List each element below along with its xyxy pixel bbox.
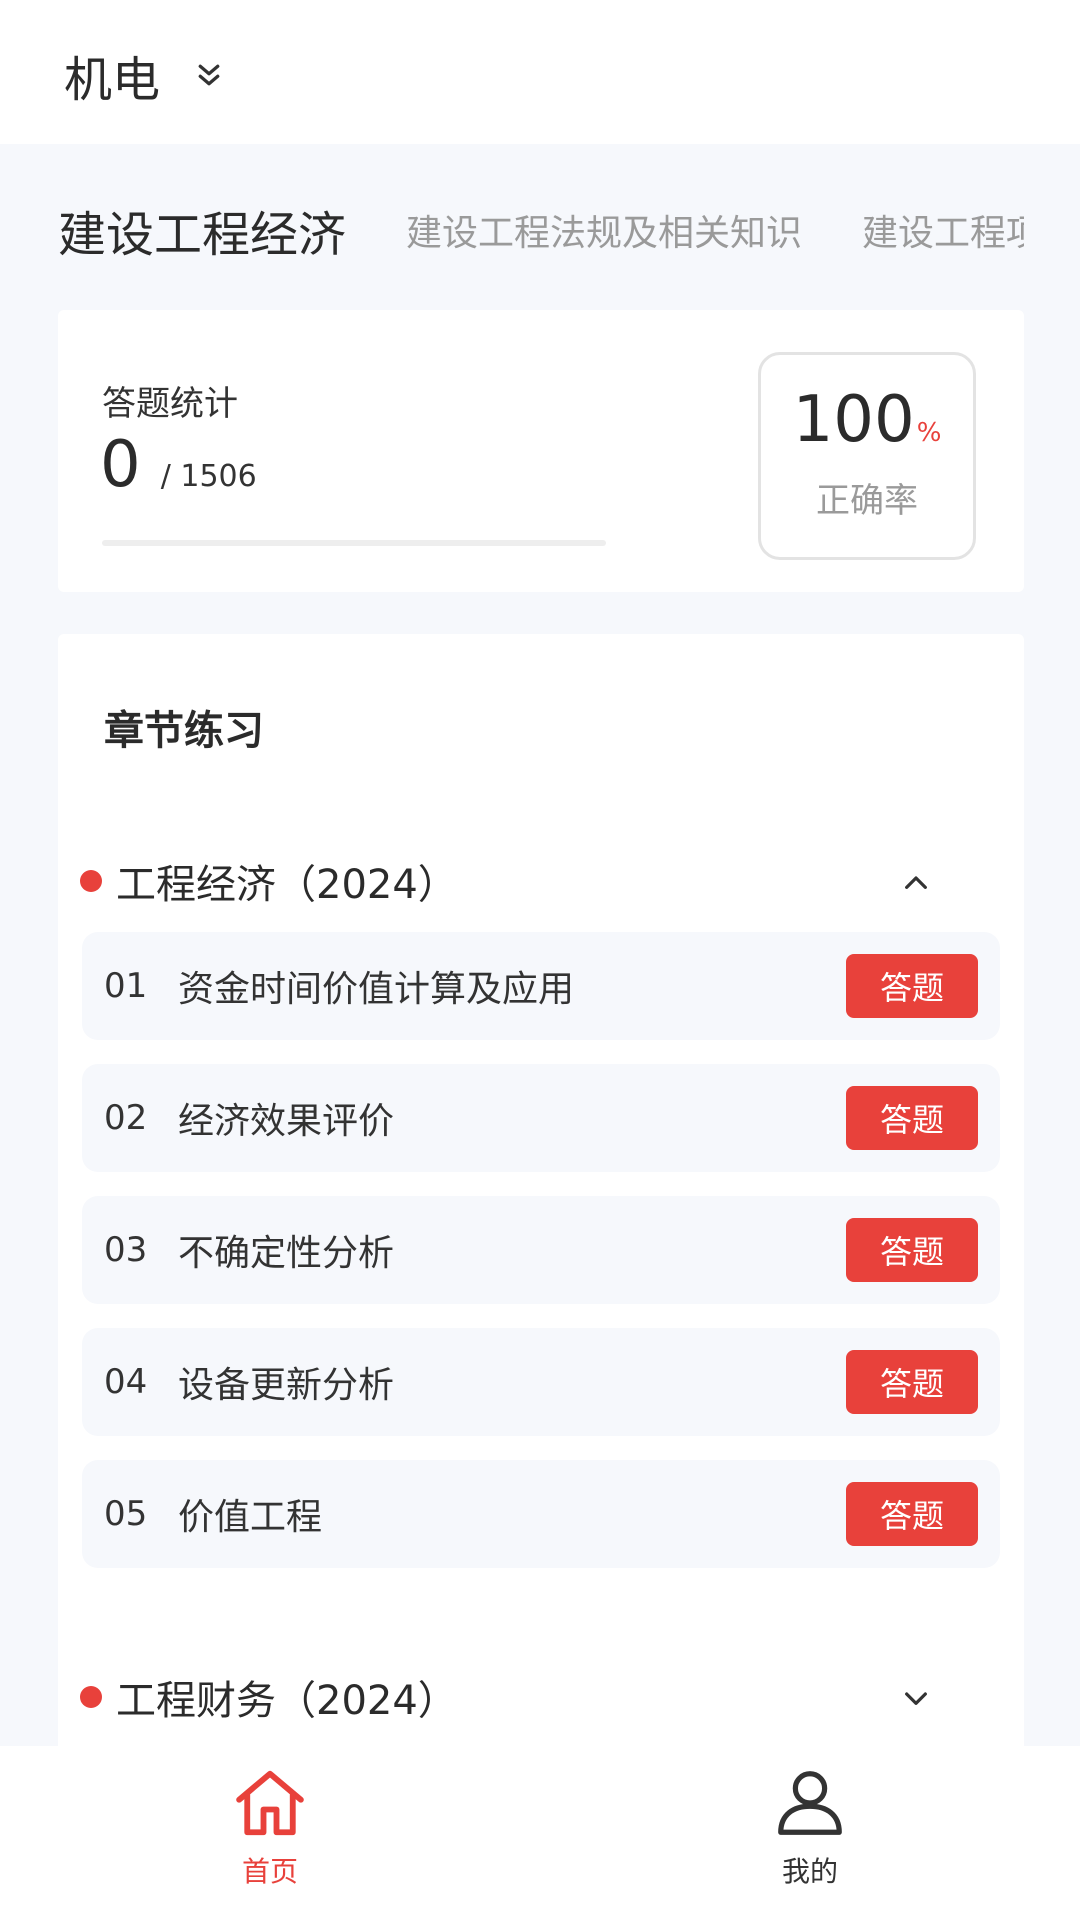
tab-project-management[interactable]: 建设工程项目管理 [862,204,1024,256]
accuracy-box: 100 % 正确率 [758,352,976,560]
list-item[interactable]: 02 经济效果评价 答题 [82,1064,1000,1172]
nav-label: 我的 [781,1855,838,1888]
bottom-nav: 首页 我的 [0,1746,1080,1920]
accuracy-value: 100 [792,383,915,457]
item-title: 经济效果评价 [178,1101,395,1142]
item-title: 价值工程 [178,1497,323,1538]
item-number: 03 [104,1230,148,1270]
accuracy-unit: % [916,418,942,448]
stats-count: 0 / 1506 [100,428,257,502]
nav-label: 首页 [241,1855,298,1888]
top-bar: 机电 [0,0,1080,144]
list-item[interactable]: 01 资金时间价值计算及应用 答题 [82,932,1000,1040]
group-dot [80,870,102,892]
item-title: 资金时间价值计算及应用 [178,969,575,1010]
list-item[interactable]: 05 价值工程 答题 [82,1460,1000,1568]
tab-engineering-regulations[interactable]: 建设工程法规及相关知识 [406,204,802,256]
tab-engineering-economics[interactable]: 建设工程经济 [58,195,346,265]
answer-stats-card: 答题统计 0 / 1506 100 % 正确率 [58,310,1024,592]
category-label: 机电 [64,52,161,108]
list-item[interactable]: 04 设备更新分析 答题 [82,1328,1000,1436]
nav-item-home[interactable]: 首页 [0,1746,540,1920]
accuracy-label: 正确率 [816,481,918,521]
double-chevron-down-icon [198,64,220,86]
chevron-down-icon[interactable] [900,1682,932,1714]
item-number: 01 [104,966,148,1006]
home-icon [236,1770,304,1836]
chevron-up-icon[interactable] [900,866,932,898]
group-dot [80,1686,102,1708]
item-number: 05 [104,1494,148,1534]
chapter-heading: 章节练习 [104,708,264,754]
progress-bar [102,540,606,546]
list-item[interactable]: 03 不确定性分析 答题 [82,1196,1000,1304]
answered-count: 0 [100,428,141,502]
user-icon [778,1771,842,1835]
item-title: 设备更新分析 [178,1365,395,1406]
group-title: 工程财务（2024） [116,1678,458,1724]
subject-tabs: 建设工程经济 建设工程法规及相关知识 建设工程项目管理 [58,190,1024,270]
nav-item-profile[interactable]: 我的 [540,1746,1080,1920]
item-title: 不确定性分析 [178,1233,395,1274]
item-number: 04 [104,1362,148,1402]
answer-button[interactable]: 答题 [846,954,978,1018]
group-header-engineering-finance[interactable]: 工程财务（2024） [80,1662,1000,1732]
group-title: 工程经济（2024） [116,862,458,908]
group-header-engineering-economics[interactable]: 工程经济（2024） [80,846,1000,916]
stats-title: 答题统计 [102,384,238,424]
item-number: 02 [104,1098,148,1138]
total-count: / 1506 [160,459,257,494]
answer-button[interactable]: 答题 [846,1482,978,1546]
answer-button[interactable]: 答题 [846,1218,978,1282]
answer-button[interactable]: 答题 [846,1086,978,1150]
answer-button[interactable]: 答题 [846,1350,978,1414]
chapter-practice-card: 章节练习 工程经济（2024） 01 资金时间价值计算及应用 答题 02 经济效… [58,634,1024,1754]
category-selector[interactable]: 机电 [64,40,224,110]
